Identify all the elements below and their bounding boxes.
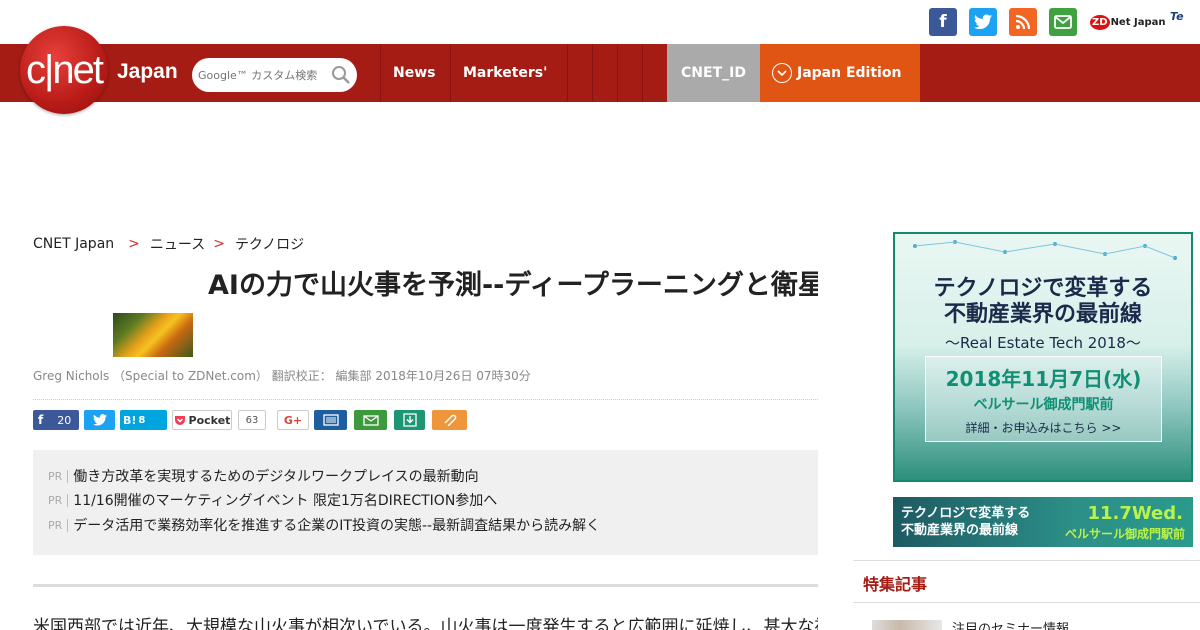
facebook-share-count: 20 xyxy=(57,413,72,427)
breadcrumb-separator: > xyxy=(128,236,140,252)
sidebar-item-thumbnail[interactable] xyxy=(872,620,942,630)
ad-small-venue: ベルサール御成門駅前 xyxy=(1064,527,1185,541)
hatena-bookmark-button[interactable]: B! 8 xyxy=(120,410,167,430)
article-byline: Greg Nichols （Special to ZDNet.com） 翻訳校正… xyxy=(33,369,531,383)
sidebar-ad-small[interactable]: テクノロジで変革する 不動産業界の最前線 11.7Wed. ベルサール御成門駅前 xyxy=(893,497,1193,547)
breadcrumb: CNET Japan > ニュース > テクノロジ xyxy=(33,234,304,254)
sidebar-section-title: 特集記事 xyxy=(863,575,928,594)
pocket-icon xyxy=(174,415,185,425)
ad-small-date: 11.7Wed. xyxy=(1087,503,1183,524)
nav-news[interactable]: News xyxy=(380,44,447,102)
chevron-down-icon xyxy=(772,63,792,83)
breadcrumb-home[interactable]: CNET Japan xyxy=(33,236,114,252)
mail-share-button[interactable] xyxy=(354,410,387,430)
sidebar-divider xyxy=(853,560,1200,561)
hatena-icon: B! xyxy=(123,413,137,427)
ad-cta-link[interactable]: 詳細・お申込みはこちら >> xyxy=(926,419,1161,436)
sidebar-divider xyxy=(853,602,1200,603)
zdnet-japan-link[interactable]: ZD Net Japan xyxy=(1090,10,1165,34)
google-plus-button[interactable]: G+ xyxy=(277,410,309,430)
site-header: Japan News Marketers' CNET_ID Japan Edit… xyxy=(0,44,1200,102)
mail-icon[interactable] xyxy=(1049,8,1077,36)
twitter-icon[interactable] xyxy=(969,8,997,36)
techrepublic-link[interactable]: Te xyxy=(1170,10,1184,23)
content-divider xyxy=(33,584,818,587)
search-icon[interactable] xyxy=(331,65,351,85)
search-box xyxy=(192,58,357,92)
nav-japan-edition-label: Japan Edition xyxy=(797,65,902,81)
pr-tag: PR xyxy=(48,493,69,507)
pocket-count: 63 xyxy=(238,410,266,430)
clip-button[interactable] xyxy=(432,410,467,430)
facebook-share-button[interactable]: f 20 xyxy=(33,410,79,430)
ad-small-line: 不動産業界の最前線 xyxy=(901,523,1019,538)
pr-box: PR 働き方改革を実現するためのデジタルワークプレイスの最新動向 PR 11/1… xyxy=(33,450,818,555)
paperclip-icon xyxy=(443,414,456,426)
sidebar-ad-banner[interactable]: テクノロジで変革する 不動産業界の最前線 〜Real Estate Tech 2… xyxy=(893,232,1193,482)
print-button[interactable] xyxy=(314,410,347,430)
mail-icon xyxy=(362,414,379,426)
ad-headline-line: テクノロジで変革する xyxy=(933,276,1153,301)
print-icon xyxy=(322,414,339,426)
ad-headline: テクノロジで変革する 不動産業界の最前線 xyxy=(895,276,1191,328)
nav-marketers[interactable]: Marketers' xyxy=(450,44,559,102)
nav-japan-edition[interactable]: Japan Edition xyxy=(760,44,920,102)
cnet-logo[interactable]: c|net xyxy=(20,26,108,114)
save-button[interactable] xyxy=(394,410,425,430)
facebook-icon[interactable]: f xyxy=(929,8,957,36)
pr-tag: PR xyxy=(48,469,69,483)
nav-divider xyxy=(567,44,568,102)
ad-small-line: テクノロジで変革する xyxy=(901,506,1031,521)
facebook-icon: f xyxy=(38,413,44,427)
article-body: 米国西部では近年、大規模な山火事が相次いでいる。山火事は一度発生すると広範囲に延… xyxy=(33,617,818,630)
nav-cnet-id[interactable]: CNET_ID xyxy=(667,44,760,102)
zdnet-logo-text: Net Japan xyxy=(1110,16,1166,28)
pocket-label: Pocket xyxy=(188,413,231,427)
nav-divider xyxy=(592,44,593,102)
rss-icon[interactable] xyxy=(1009,8,1037,36)
pr-tag: PR xyxy=(48,518,69,532)
article-thumbnail xyxy=(113,313,193,357)
zdnet-logo-mark: ZD xyxy=(1090,14,1110,30)
sidebar-item-title[interactable]: 注目のセミナー情報 xyxy=(952,618,1069,630)
nav-divider xyxy=(642,44,643,102)
ad-headline-line: 不動産業界の最前線 xyxy=(943,302,1142,327)
pr-item-text: 11/16開催のマーケティングイベント 限定1万名DIRECTION参加へ xyxy=(73,493,498,509)
ad-date: 2018年11月7日(水) xyxy=(945,367,1142,391)
pr-item[interactable]: PR データ活用で業務効率化を推進する企業のIT投資の実態--最新調査結果から読… xyxy=(48,515,600,535)
pr-item-text: データ活用で業務効率化を推進する企業のIT投資の実態--最新調査結果から読み解く xyxy=(73,518,601,534)
byline-divider xyxy=(33,399,818,400)
breadcrumb-separator: > xyxy=(213,236,225,252)
pr-item[interactable]: PR 11/16開催のマーケティングイベント 限定1万名DIRECTION参加へ xyxy=(48,490,497,510)
download-icon xyxy=(402,413,417,427)
pr-item[interactable]: PR 働き方改革を実現するためのデジタルワークプレイスの最新動向 xyxy=(48,466,479,486)
search-input[interactable] xyxy=(198,68,333,82)
ad-venue: ベルサール御成門駅前 xyxy=(973,397,1114,413)
twitter-share-button[interactable] xyxy=(84,410,115,430)
article-title: AIの力で山火事を予測--ディープラーニングと衛星画像を活用する最新の取り組み xyxy=(208,270,818,301)
twitter-icon xyxy=(92,414,107,426)
nav-divider xyxy=(617,44,618,102)
ad-event-box: 2018年11月7日(水) ベルサール御成門駅前 詳細・お申込みはこちら >> xyxy=(925,356,1162,442)
ad-subtitle: 〜Real Estate Tech 2018〜 xyxy=(945,334,1141,352)
logo-japan-label: Japan xyxy=(117,60,178,83)
top-share-bar: f ZD Net Japan Te xyxy=(0,0,1200,44)
ad-decoration xyxy=(913,240,1177,260)
ad-small-headline: テクノロジで変革する 不動産業界の最前線 xyxy=(901,505,1030,539)
breadcrumb-technology[interactable]: テクノロジ xyxy=(235,234,304,254)
pocket-button[interactable]: Pocket xyxy=(172,410,232,430)
hatena-count: 8 xyxy=(138,414,146,426)
pr-item-text: 働き方改革を実現するためのデジタルワークプレイスの最新動向 xyxy=(73,469,479,485)
breadcrumb-news[interactable]: ニュース xyxy=(150,234,205,254)
